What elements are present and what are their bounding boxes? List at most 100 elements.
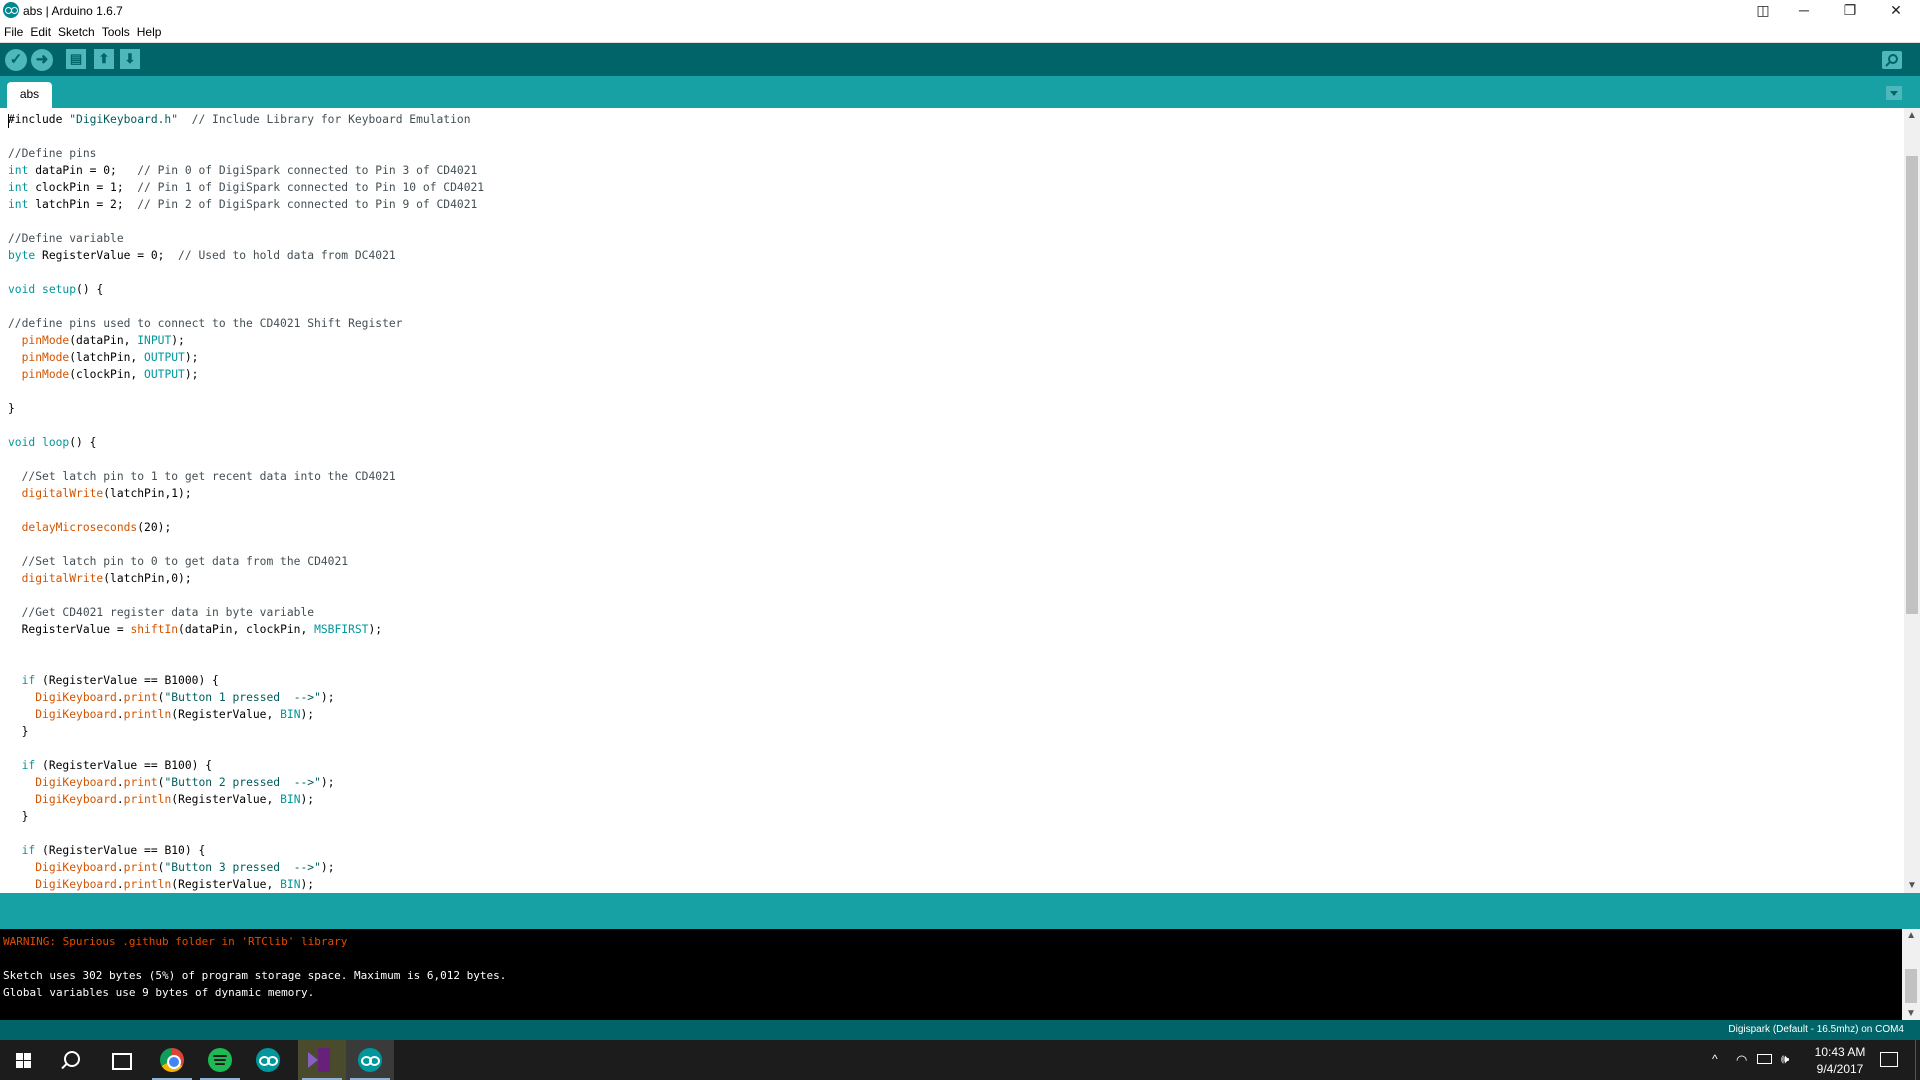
code-token: (RegisterValue == B1000) {: [35, 674, 219, 687]
code-text[interactable]: #include "DigiKeyboard.h" // Include Lib…: [8, 111, 484, 893]
console-output[interactable]: WARNING: Spurious .github folder in 'RTC…: [0, 929, 1902, 1020]
chevron-up-icon[interactable]: ^: [1712, 1052, 1718, 1066]
open-button[interactable]: ⬆: [94, 49, 114, 69]
code-token: println: [123, 878, 172, 891]
menu-tools[interactable]: Tools: [98, 22, 133, 39]
code-token: RegisterValue =: [8, 623, 131, 636]
code-token: (dataPin,: [69, 334, 138, 347]
spotify-taskbar-item[interactable]: [196, 1040, 244, 1080]
close-button[interactable]: ✕: [1873, 0, 1919, 22]
code-token: OUTPUT: [144, 351, 185, 364]
scroll-up-icon[interactable]: ▲: [1907, 110, 1917, 121]
code-line: digitalWrite(latchPin,0);: [8, 570, 484, 587]
code-token: setup: [42, 283, 77, 296]
console-line: Sketch uses 302 bytes (5%) of program st…: [3, 969, 507, 982]
code-token: (latchPin,0);: [103, 572, 192, 585]
code-token: }: [8, 810, 29, 823]
board-info: Digispark (Default - 16.5mhz) on COM4: [1728, 1024, 1904, 1035]
visual-studio-icon: [308, 1048, 332, 1072]
task-view-icon[interactable]: [112, 1053, 132, 1070]
tab-menu-button[interactable]: [1886, 86, 1902, 100]
editor-scrollbar[interactable]: ▲ ▼: [1904, 108, 1920, 893]
code-editor[interactable]: #include "DigiKeyboard.h" // Include Lib…: [0, 108, 1904, 893]
code-token: );: [184, 368, 199, 381]
code-token: if: [21, 759, 36, 772]
show-desktop-button[interactable]: [1915, 1040, 1916, 1080]
arduino-icon[interactable]: [256, 1048, 280, 1072]
code-token: void: [8, 283, 36, 296]
code-token: delayMicroseconds: [21, 521, 138, 534]
save-button[interactable]: ⬇: [120, 49, 140, 69]
minimize-button[interactable]: ─: [1781, 0, 1827, 22]
menu-file[interactable]: File: [0, 22, 26, 39]
code-token: dataPin = 0;: [28, 164, 138, 177]
tab-abs[interactable]: abs: [7, 82, 52, 108]
code-token: "Button 3 pressed -->": [164, 861, 321, 874]
verify-button[interactable]: ✓: [5, 49, 27, 71]
menu-help[interactable]: Help: [133, 22, 165, 39]
scroll-down-icon[interactable]: ▼: [1906, 1008, 1916, 1019]
code-token: #include: [8, 113, 70, 126]
console-scrollbar[interactable]: ▲ ▼: [1902, 929, 1920, 1020]
volume-icon[interactable]: 🕪: [1781, 1051, 1789, 1067]
code-line: }: [8, 808, 484, 825]
code-line: void loop() {: [8, 434, 484, 451]
code-token: //define pins used to connect to the CD4…: [8, 317, 403, 330]
code-token: );: [300, 708, 315, 721]
code-line: DigiKeyboard.print("Button 1 pressed -->…: [8, 689, 484, 706]
code-token: print: [123, 691, 158, 704]
arrow-down-icon: ⬇: [124, 51, 136, 66]
clock-date[interactable]: 9/4/2017: [1810, 1062, 1870, 1076]
new-button[interactable]: ▤: [66, 49, 86, 69]
code-token: if: [21, 674, 36, 687]
search-icon[interactable]: [64, 1051, 80, 1067]
code-line: pinMode(dataPin, INPUT);: [8, 332, 484, 349]
notification-icon[interactable]: [1880, 1052, 1898, 1067]
chrome-taskbar-item[interactable]: [148, 1040, 196, 1080]
scroll-down-icon[interactable]: ▼: [1907, 880, 1917, 891]
code-token: BIN: [280, 708, 301, 721]
editor-scroll-thumb[interactable]: [1906, 156, 1918, 614]
code-line: DigiKeyboard.print("Button 3 pressed -->…: [8, 859, 484, 876]
magnifier-icon: [1885, 54, 1898, 67]
code-token: pinMode: [21, 351, 70, 364]
scroll-up-icon[interactable]: ▲: [1906, 930, 1916, 941]
menu-edit[interactable]: Edit: [26, 22, 54, 39]
code-token: DigiKeyboard: [35, 691, 117, 704]
console-scroll-thumb[interactable]: [1905, 969, 1917, 1003]
code-token: DigiKeyboard: [35, 776, 117, 789]
serial-monitor-button[interactable]: [1882, 51, 1902, 69]
code-token: //Get CD4021 register data in byte varia…: [21, 606, 315, 619]
code-token: int: [8, 164, 29, 177]
code-token: () {: [76, 283, 104, 296]
restore-button[interactable]: ❐: [1827, 0, 1873, 22]
clock-time[interactable]: 10:43 AM: [1810, 1045, 1870, 1059]
code-line: if (RegisterValue == B100) {: [8, 757, 484, 774]
code-token: println: [123, 708, 172, 721]
code-token: DigiKeyboard: [35, 708, 117, 721]
code-token: (latchPin,1);: [103, 487, 192, 500]
upload-button[interactable]: ➜: [31, 49, 53, 71]
menu-sketch[interactable]: Sketch: [54, 22, 98, 39]
code-token: // Used to hold data from DC4021: [178, 249, 396, 262]
network-icon[interactable]: ◠: [1736, 1052, 1747, 1068]
snap-layout-button[interactable]: ◫: [1740, 0, 1786, 22]
toolbar: ✓ ➜ ▤ ⬆ ⬇: [0, 43, 1920, 76]
code-token: );: [300, 878, 315, 891]
start-button[interactable]: [0, 1040, 48, 1080]
console-warning: WARNING: Spurious .github folder in 'RTC…: [3, 935, 348, 948]
battery-icon[interactable]: [1757, 1054, 1772, 1064]
code-line: byte RegisterValue = 0; // Used to hold …: [8, 247, 484, 264]
